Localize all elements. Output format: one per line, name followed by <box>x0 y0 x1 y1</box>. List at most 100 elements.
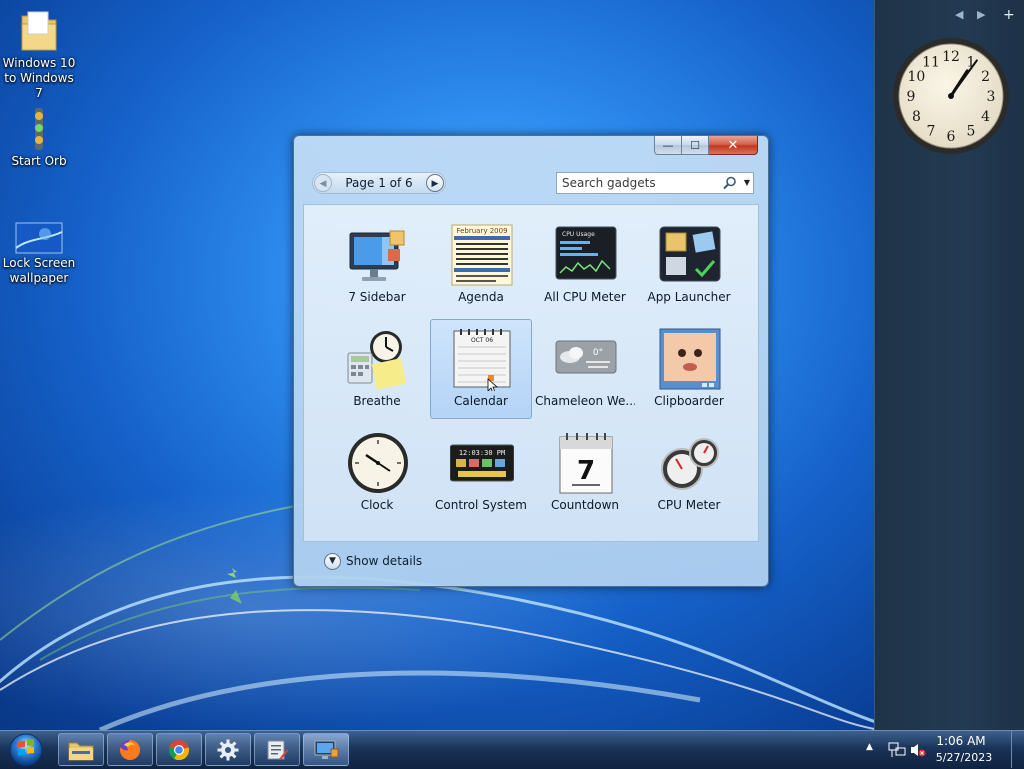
desktop-icon-label: Lock Screen wallpaper <box>2 256 76 285</box>
search-icon[interactable] <box>722 175 738 191</box>
taskbar-settings[interactable] <box>205 733 251 766</box>
agenda-thumb-text: February 2009 <box>456 227 507 235</box>
page-navigator: ◀ Page 1 of 6 ▶ <box>312 172 446 194</box>
sidebar-clock-numeral: 12 <box>942 49 960 65</box>
gadget-tile-clock[interactable]: Clock <box>326 423 428 523</box>
gadget-label: App Launcher <box>647 290 731 304</box>
sidebar-clock-numeral: 5 <box>967 124 976 140</box>
taskbar-tool-app[interactable] <box>254 733 300 766</box>
gadget-label: All CPU Meter <box>544 290 626 304</box>
gadget-tile-all-cpu-meter[interactable]: CPU Usage All CPU Meter <box>534 215 636 315</box>
folder-icon <box>21 11 57 51</box>
cpu-graph-icon: CPU Usage <box>555 226 617 280</box>
app-launcher-icon <box>659 226 721 282</box>
gadget-label: Clipboarder <box>654 394 724 408</box>
taskbar-file-explorer[interactable] <box>58 733 104 766</box>
gadget-label: 7 Sidebar <box>348 290 406 304</box>
gadget-tile-app-launcher[interactable]: App Launcher <box>638 215 740 315</box>
chevron-down-icon[interactable]: ▼ <box>324 553 341 570</box>
desk-calendar-icon: OCT 06 <box>453 329 511 391</box>
gadget-tile-cpu-meter[interactable]: CPU Meter <box>638 423 740 523</box>
weather-cloud-icon: 0° <box>555 340 617 374</box>
weather-thumb-text: 0° <box>593 348 603 358</box>
desktop-icon-lock-screen-wallpaper[interactable]: Lock Screen wallpaper <box>0 222 78 286</box>
sidebar-clock-numeral: 7 <box>927 124 936 140</box>
gadget-label: Clock <box>360 498 394 512</box>
gear-icon <box>217 739 239 760</box>
wallpaper-thumbnail-icon <box>15 222 63 254</box>
gadget-tile-breathe[interactable]: Breathe <box>326 319 428 419</box>
cpu-thumb-text: CPU Usage <box>562 231 595 238</box>
clock-calculator-note-icon <box>347 331 407 390</box>
countdown-calendar-icon: 7 <box>559 433 613 494</box>
gadget-label: Countdown <box>550 498 619 512</box>
gadget-tile-countdown[interactable]: 7 Countdown <box>534 423 636 523</box>
taskbar-clock-date[interactable]: 5/27/2023 <box>926 751 1002 764</box>
gadgets-monitor-icon <box>314 740 339 759</box>
maximize-button[interactable]: ☐ <box>682 136 709 155</box>
gadget-label: Calendar <box>454 394 508 408</box>
volume-muted-icon[interactable] <box>910 742 926 758</box>
taskbar-firefox[interactable] <box>107 733 153 766</box>
gadget-tile-chameleon-weather[interactable]: 0° Chameleon We... <box>534 319 636 419</box>
sidebar-add-gadget-button[interactable]: + <box>1003 6 1015 24</box>
start-button[interactable] <box>5 732 47 768</box>
sidebar-clock-numeral: 11 <box>922 54 940 70</box>
gadget-tile-calendar[interactable]: OCT 06 Calendar <box>430 319 532 419</box>
gadget-sidebar: ◀ ▶ + 12 1 2 3 4 5 6 7 8 9 10 11 <box>874 0 1024 730</box>
chrome-icon <box>168 739 190 760</box>
folder-icon <box>68 742 94 760</box>
cpu-gauge-icon <box>661 438 719 490</box>
gadget-label: CPU Meter <box>657 498 721 512</box>
sidebar-clock-numeral: 9 <box>907 89 916 105</box>
next-page-button[interactable]: ▶ <box>426 174 444 192</box>
tool-app-icon <box>267 740 289 760</box>
gadget-tile-clipboarder[interactable]: Clipboarder <box>638 319 740 419</box>
minimize-button[interactable]: — <box>654 136 682 155</box>
gadget-gallery: 7 Sidebar February 2009 Agenda CPU Usage… <box>303 204 759 542</box>
control-system-icon: 12:03:30 PM <box>450 444 514 482</box>
sidebar-clock-numeral: 6 <box>947 129 956 145</box>
monitor-sidebar-icon <box>349 230 405 281</box>
countdown-thumb-text: 7 <box>577 456 595 486</box>
gadget-tile-7-sidebar[interactable]: 7 Sidebar <box>326 215 428 315</box>
sidebar-controls: ◀ ▶ + <box>949 6 1019 24</box>
baby-photo-icon <box>659 328 721 390</box>
sidebar-clock-numeral: 2 <box>981 69 990 85</box>
taskbar-clock-time[interactable]: 1:06 AM <box>926 734 996 748</box>
search-box: ▼ <box>556 172 754 194</box>
window-caption-buttons: — ☐ ✕ <box>654 136 760 156</box>
gadget-label: Control System <box>435 498 527 512</box>
desktop-icon-label: Start Orb <box>11 154 67 168</box>
sidebar-clock-numeral: 8 <box>912 109 921 125</box>
tray-overflow-chevron-up-icon[interactable]: ▲ <box>866 742 873 752</box>
firefox-icon <box>120 739 141 760</box>
desktop-icon-start-orb[interactable]: Start Orb <box>0 106 78 169</box>
sidebar-next-button[interactable]: ▶ <box>977 6 985 24</box>
chevron-down-icon[interactable]: ▼ <box>741 173 753 193</box>
sidebar-clock-numeral: 4 <box>981 109 990 125</box>
sidebar-clock-numeral: 3 <box>987 89 996 105</box>
gadget-tile-control-system[interactable]: 12:03:30 PM Control System <box>430 423 532 523</box>
taskbar: ▲ 1:06 AM 5/27/2023 <box>0 730 1024 769</box>
sidebar-prev-button[interactable]: ◀ <box>955 6 963 24</box>
gadget-tile-agenda[interactable]: February 2009 Agenda <box>430 215 532 315</box>
analog-clock-icon <box>348 433 408 493</box>
search-input[interactable] <box>557 173 720 193</box>
network-icon[interactable] <box>888 742 906 758</box>
traffic-light-icon <box>35 108 43 150</box>
taskbar-gadgets[interactable] <box>303 733 349 766</box>
show-details-label: Show details <box>346 554 423 568</box>
desktop-icon-windows10-to-windows7[interactable]: Windows 10 to Windows 7 <box>0 6 78 101</box>
agenda-calendar-icon: February 2009 <box>451 224 513 286</box>
gadget-label: Chameleon We... <box>535 394 635 408</box>
taskbar-chrome[interactable] <box>156 733 202 766</box>
calendar-thumb-text: OCT 06 <box>471 337 493 344</box>
gadget-label: Breathe <box>353 394 401 408</box>
gadget-label: Agenda <box>458 290 504 304</box>
sidebar-clock-gadget[interactable]: 12 1234567891011 <box>891 36 1011 156</box>
sidebar-clock-numeral: 10 <box>907 69 925 85</box>
show-desktop-button[interactable] <box>1011 731 1024 768</box>
gadgets-window[interactable]: — ☐ ✕ ◀ Page 1 of 6 ▶ ▼ 7 Sidebar <box>293 135 769 587</box>
close-button[interactable]: ✕ <box>709 136 758 155</box>
